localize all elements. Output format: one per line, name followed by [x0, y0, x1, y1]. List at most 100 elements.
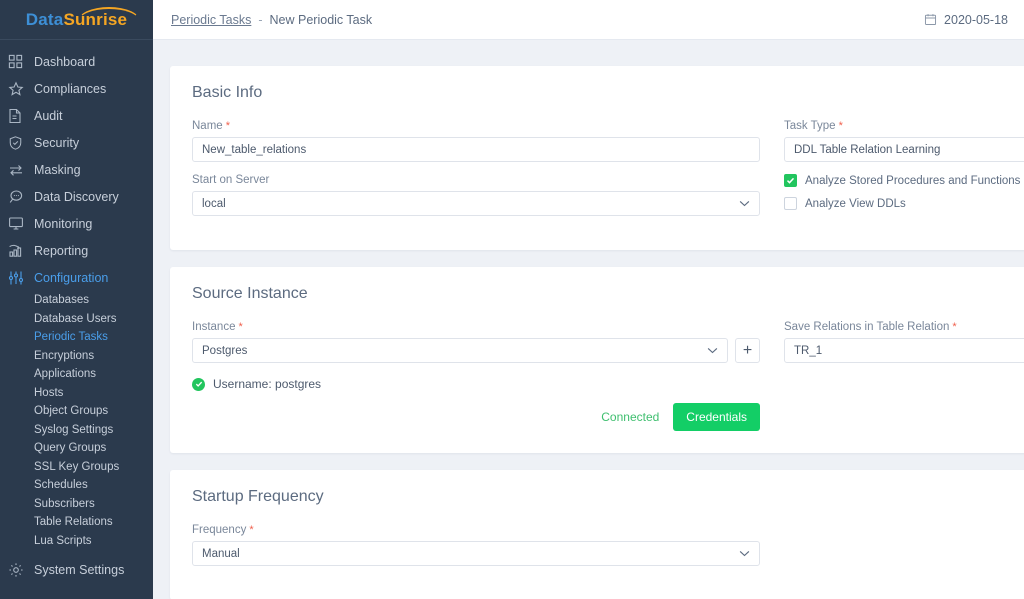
sidebar-item-monitoring[interactable]: Monitoring [0, 210, 153, 237]
analyze-stored-procedures-checkbox[interactable] [784, 174, 797, 187]
source-instance-right-column: Save Relations in Table Relation * TR_1 [760, 321, 1024, 431]
sidebar-subitem-label: Database Users [34, 312, 117, 325]
plus-icon: + [742, 341, 753, 359]
analyze-view-ddls-checkbox-row[interactable]: Analyze View DDLs [784, 197, 1024, 210]
document-icon [8, 107, 34, 125]
sidebar-subitem-object-groups[interactable]: Object Groups [0, 402, 153, 421]
sidebar-subitem-subscribers[interactable]: Subscribers [0, 495, 153, 514]
sidebar-subitem-table-relations[interactable]: Table Relations [0, 513, 153, 532]
start-on-server-select[interactable]: local [192, 191, 760, 216]
instance-input-row: Postgres + [192, 338, 760, 363]
sidebar: DataSunrise Dashboard Compliances Audit … [0, 0, 153, 599]
sidebar-item-compliances[interactable]: Compliances [0, 75, 153, 102]
sidebar-subitem-label: Periodic Tasks [34, 331, 108, 344]
sidebar-subitem-lua-scripts[interactable]: Lua Scripts [0, 532, 153, 551]
required-marker: * [835, 120, 843, 132]
sidebar-nav: Dashboard Compliances Audit Security Mas… [0, 40, 153, 583]
sidebar-subitem-encryptions[interactable]: Encryptions [0, 347, 153, 366]
analyze-stored-procedures-label: Analyze Stored Procedures and Functions … [805, 174, 1024, 187]
frequency-select[interactable]: Manual [192, 541, 760, 566]
save-relations-label: Save Relations in Table Relation * [784, 321, 957, 333]
start-on-server-label: Start on Server [192, 174, 270, 186]
date-display[interactable]: 2020-05-18 [924, 13, 1008, 27]
task-type-input[interactable]: DDL Table Relation Learning [784, 137, 1024, 162]
sidebar-item-label: Data Discovery [34, 189, 119, 204]
sidebar-subitem-label: Subscribers [34, 497, 95, 510]
name-label: Name * [192, 120, 231, 132]
sidebar-item-dashboard[interactable]: Dashboard [0, 48, 153, 75]
sidebar-subitem-syslog-settings[interactable]: Syslog Settings [0, 421, 153, 440]
sidebar-subitem-label: SSL Key Groups [34, 460, 120, 473]
star-icon [8, 80, 34, 98]
instance-select[interactable]: Postgres [192, 338, 728, 363]
sidebar-item-label: Monitoring [34, 216, 93, 231]
sidebar-item-configuration[interactable]: Configuration [0, 264, 153, 291]
analyze-view-ddls-checkbox[interactable] [784, 197, 797, 210]
gear-icon [8, 561, 34, 579]
search-bubble-icon [8, 188, 34, 206]
start-on-server-value: local [202, 197, 226, 210]
startup-frequency-right-column [760, 524, 1024, 578]
sidebar-subitem-label: Databases [34, 294, 89, 307]
frequency-field-group: Frequency * Manual [192, 524, 760, 566]
sidebar-subitem-label: Hosts [34, 386, 64, 399]
sidebar-item-label: Security [34, 135, 80, 150]
save-relations-field-group: Save Relations in Table Relation * TR_1 [784, 321, 1024, 363]
sidebar-subitem-database-users[interactable]: Database Users [0, 310, 153, 329]
frequency-value: Manual [202, 547, 240, 560]
username-status-row: Username: postgres [192, 377, 760, 391]
task-type-field-group: Task Type * DDL Table Relation Learning [784, 120, 1024, 162]
basic-info-right-column: Task Type * DDL Table Relation Learning … [760, 120, 1024, 228]
content-scroll-area[interactable]: Basic Info Name * New_table_relations St… [153, 40, 1024, 599]
sliders-icon [8, 269, 34, 287]
sidebar-subitem-label: Query Groups [34, 442, 107, 455]
name-field-group: Name * New_table_relations [192, 120, 760, 162]
required-marker: * [235, 321, 243, 333]
required-marker: * [949, 321, 957, 333]
sidebar-item-audit[interactable]: Audit [0, 102, 153, 129]
sidebar-item-label: Dashboard [34, 54, 96, 69]
sidebar-item-masking[interactable]: Masking [0, 156, 153, 183]
sidebar-subitem-query-groups[interactable]: Query Groups [0, 439, 153, 458]
instance-field-group: Instance * Postgres + [192, 321, 760, 363]
breadcrumb-link-periodic-tasks[interactable]: Periodic Tasks [171, 13, 251, 27]
save-relations-input[interactable]: TR_1 [784, 338, 1024, 363]
source-instance-row: Instance * Postgres + Username: postgres… [192, 321, 1024, 431]
sidebar-subitem-label: Table Relations [34, 516, 113, 529]
start-on-server-field-group: Start on Server local [192, 174, 760, 216]
sidebar-item-label: Compliances [34, 81, 107, 96]
breadcrumb-separator: - [258, 12, 263, 27]
add-instance-button[interactable]: + [735, 338, 760, 363]
task-type-value: DDL Table Relation Learning [794, 143, 941, 156]
sidebar-item-security[interactable]: Security [0, 129, 153, 156]
sidebar-subitem-applications[interactable]: Applications [0, 365, 153, 384]
sidebar-subitem-databases[interactable]: Databases [0, 291, 153, 310]
basic-info-card: Basic Info Name * New_table_relations St… [170, 66, 1024, 250]
logo-text: DataSunrise [26, 6, 140, 30]
app-root: DataSunrise Dashboard Compliances Audit … [0, 0, 1024, 599]
sidebar-subitem-periodic-tasks[interactable]: Periodic Tasks [0, 328, 153, 347]
sidebar-item-label: Audit [34, 108, 63, 123]
name-input[interactable]: New_table_relations [192, 137, 760, 162]
source-instance-title: Source Instance [192, 285, 308, 302]
credentials-button[interactable]: Credentials [673, 403, 760, 431]
monitor-icon [8, 215, 34, 233]
logo[interactable]: DataSunrise [0, 0, 153, 40]
sidebar-item-system-settings[interactable]: System Settings [0, 556, 153, 583]
sidebar-item-label: Configuration [34, 270, 109, 285]
sidebar-item-data-discovery[interactable]: Data Discovery [0, 183, 153, 210]
save-relations-value: TR_1 [794, 344, 823, 357]
analyze-stored-procedures-checkbox-row[interactable]: Analyze Stored Procedures and Functions … [784, 174, 1024, 187]
date-value: 2020-05-18 [944, 12, 1008, 27]
sidebar-subitem-schedules[interactable]: Schedules [0, 476, 153, 495]
task-type-label: Task Type * [784, 120, 843, 132]
sidebar-subitem-ssl-key-groups[interactable]: SSL Key Groups [0, 458, 153, 477]
check-circle-icon [192, 377, 205, 391]
name-input-value: New_table_relations [202, 143, 307, 156]
sidebar-item-reporting[interactable]: Reporting [0, 237, 153, 264]
sidebar-subitem-label: Schedules [34, 479, 88, 492]
sidebar-item-label: Masking [34, 162, 81, 177]
grid-icon [8, 53, 34, 71]
swap-arrows-icon [8, 161, 34, 179]
sidebar-subitem-hosts[interactable]: Hosts [0, 384, 153, 403]
